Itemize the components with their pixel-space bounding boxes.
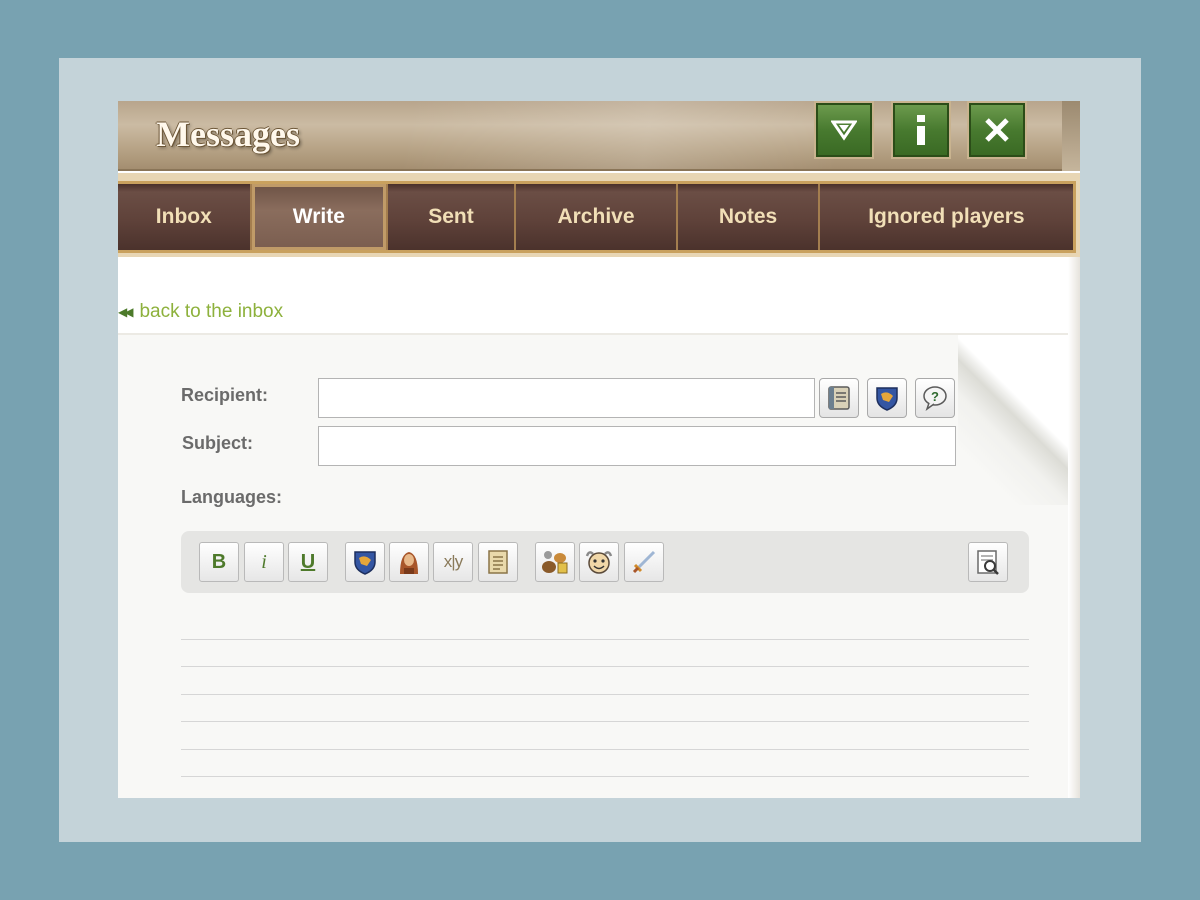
- editor-toolbar: B i U x|y: [181, 531, 1029, 593]
- languages-label: Languages:: [181, 487, 283, 507]
- writing-line: [181, 639, 1029, 640]
- address-book-button[interactable]: [819, 378, 859, 418]
- writing-line: [181, 749, 1029, 750]
- insert-smiley-button[interactable]: [579, 542, 619, 582]
- tab-write[interactable]: Write: [251, 184, 389, 250]
- magnifier-document-icon: [977, 550, 999, 575]
- tab-inbox[interactable]: Inbox: [118, 184, 252, 250]
- title-bar: Messages: [118, 101, 1080, 171]
- corner-ornament: [1062, 101, 1080, 171]
- bold-button[interactable]: B: [199, 542, 239, 582]
- subject-input[interactable]: [318, 426, 956, 466]
- underline-button[interactable]: U: [288, 542, 328, 582]
- tab-bar: Inbox Write Sent Archive Notes Ignored p…: [118, 173, 1080, 257]
- preview-button[interactable]: [968, 542, 1008, 582]
- resources-icon: [542, 551, 568, 574]
- scroll-report-icon: [488, 550, 508, 574]
- insert-report-button[interactable]: [478, 542, 518, 582]
- guild-shield-icon: [876, 387, 898, 411]
- address-book-icon: [828, 386, 850, 410]
- sword-icon: [632, 550, 656, 574]
- tab-ignored-players[interactable]: Ignored players: [819, 184, 1073, 250]
- back-to-inbox-link[interactable]: ◀◀ back to the inbox: [118, 301, 283, 323]
- guild-shield-icon: [354, 551, 376, 575]
- guild-recipients-button[interactable]: [867, 378, 907, 418]
- writing-line: [181, 666, 1029, 667]
- insert-coordinates-button[interactable]: x|y: [433, 542, 473, 582]
- close-button[interactable]: [967, 101, 1027, 159]
- tab-sent[interactable]: Sent: [388, 184, 516, 250]
- chevron-down-icon: [831, 120, 857, 141]
- collapse-button[interactable]: [814, 101, 874, 159]
- recipient-label: Recipient:: [181, 385, 269, 405]
- messages-window: Messages Inbox Write Sent Archive Notes …: [118, 101, 1080, 798]
- info-button[interactable]: [891, 101, 951, 159]
- close-icon: [985, 118, 1009, 142]
- double-arrow-left-icon: ◀◀: [118, 305, 134, 319]
- insert-attack-button[interactable]: [624, 542, 664, 582]
- tab-notes[interactable]: Notes: [678, 184, 820, 250]
- insert-player-button[interactable]: [389, 542, 429, 582]
- tab-list: Inbox Write Sent Archive Notes Ignored p…: [118, 181, 1076, 253]
- window-title: Messages: [156, 114, 300, 154]
- info-icon: [917, 115, 925, 145]
- viking-smiley-icon: [585, 551, 613, 574]
- player-portrait-icon: [400, 552, 418, 574]
- help-bubble-icon: ?: [923, 386, 947, 411]
- svg-text:?: ?: [931, 389, 939, 404]
- italic-button[interactable]: i: [244, 542, 284, 582]
- help-button[interactable]: ?: [915, 378, 955, 418]
- subject-label: Subject:: [182, 433, 254, 453]
- insert-guild-button[interactable]: [345, 542, 385, 582]
- recipient-input[interactable]: [318, 378, 815, 418]
- scroll-edge: [1068, 257, 1080, 798]
- writing-line: [181, 776, 1029, 777]
- back-link-label: back to the inbox: [139, 301, 284, 322]
- writing-line: [181, 721, 1029, 722]
- insert-units-button[interactable]: [535, 542, 575, 582]
- tab-archive[interactable]: Archive: [515, 184, 679, 250]
- writing-line: [181, 694, 1029, 695]
